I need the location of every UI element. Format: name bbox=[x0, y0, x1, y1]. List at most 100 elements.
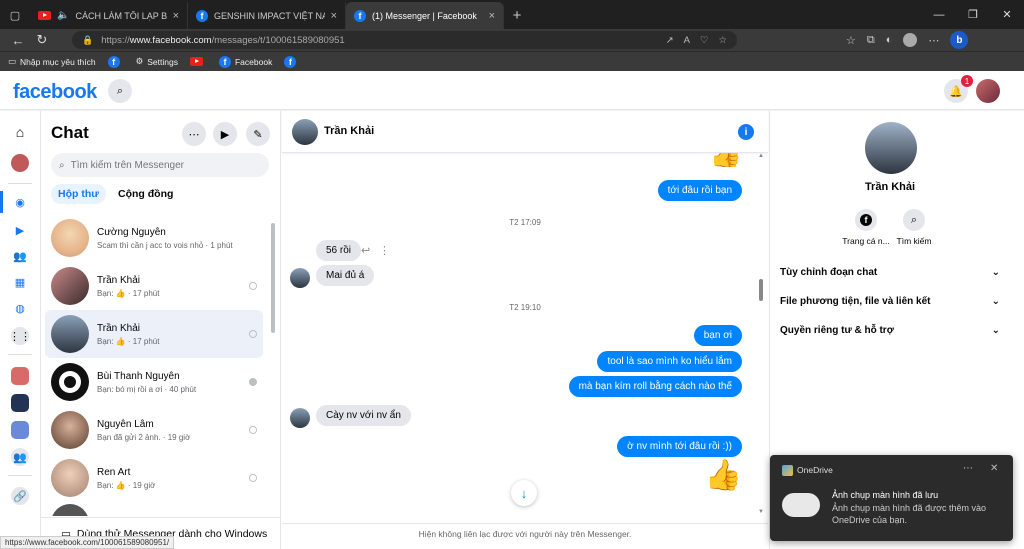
favorite-item-import[interactable]: ▭ Nhập mục yêu thích bbox=[8, 56, 96, 67]
contact-avatar[interactable] bbox=[292, 119, 318, 145]
browser-essentials-icon[interactable]: ♡ bbox=[700, 35, 709, 46]
gaming-icon[interactable]: ◍ bbox=[11, 299, 29, 317]
back-icon[interactable]: ← bbox=[6, 33, 30, 48]
watch-icon[interactable]: ▶ bbox=[11, 221, 29, 239]
favorite-item-youtube[interactable] bbox=[189, 57, 207, 66]
message-incoming[interactable]: Mai đủ á bbox=[316, 265, 375, 286]
message-more-icon[interactable]: ⋮ bbox=[379, 244, 390, 257]
section-label: File phương tiện, file và liên kết bbox=[780, 296, 931, 307]
message-outgoing[interactable]: bạn ơi bbox=[693, 325, 742, 346]
chat-list-panel: Chat ⋯ ▶ ✎ ⌕ Hộp thư Cộng đồng Cường Ngu… bbox=[41, 111, 281, 549]
messenger-icon[interactable]: ◉ bbox=[11, 193, 29, 211]
scroll-thumb[interactable] bbox=[759, 279, 763, 301]
favorite-item-facebook-3[interactable]: f bbox=[284, 55, 300, 68]
new-message-button[interactable]: ✎ bbox=[246, 122, 270, 146]
video-call-button[interactable]: ▶ bbox=[213, 122, 237, 146]
new-tab-button[interactable]: + bbox=[504, 2, 530, 29]
search-action-label[interactable]: Tìm kiếm bbox=[890, 236, 938, 246]
close-icon[interactable]: ✕ bbox=[990, 463, 998, 474]
tab-community[interactable]: Cộng đồng bbox=[111, 184, 180, 204]
home-icon[interactable]: ⌂ bbox=[11, 123, 29, 141]
section-media-files[interactable]: File phương tiện, file và liên kết ⌄ bbox=[780, 296, 1000, 307]
close-icon[interactable]: × bbox=[331, 10, 337, 22]
contact-large-avatar[interactable] bbox=[865, 122, 917, 174]
section-customize-chat[interactable]: Tùy chỉnh đoạn chat ⌄ bbox=[780, 267, 1000, 278]
seen-icon bbox=[249, 330, 257, 338]
conversation-item[interactable]: Bùi Thanh Nguyên Bạn: bó mị rồi a ơi · 40… bbox=[45, 358, 263, 406]
conversation-item[interactable]: Nguyễn Lâm Bạn đã gửi 2 ảnh. · 19 giờ bbox=[45, 406, 263, 454]
scroll-to-bottom-button[interactable]: ↓ bbox=[511, 480, 537, 506]
reply-icon[interactable]: ↩ bbox=[361, 244, 370, 257]
facebook-profile-icon[interactable]: f bbox=[855, 209, 877, 231]
bing-icon[interactable]: b bbox=[950, 31, 969, 49]
scroll-down-icon[interactable]: ▼ bbox=[758, 509, 764, 515]
search-icon[interactable]: ⌕ bbox=[108, 79, 132, 103]
message-outgoing[interactable]: tới đâu rồi bạn bbox=[657, 180, 742, 201]
friends-icon[interactable]: 👥 bbox=[11, 247, 29, 265]
profile-action-label[interactable]: Trang cá n... bbox=[838, 236, 894, 246]
contact-name[interactable]: Trần Khải bbox=[324, 125, 374, 137]
search-input[interactable] bbox=[70, 159, 251, 171]
chat-list-scrollbar[interactable] bbox=[271, 223, 275, 333]
conversation-preview: Bạn: 👍 · 17 phút bbox=[97, 288, 160, 298]
section-privacy-support[interactable]: Quyền riêng tư & hỗ trợ ⌄ bbox=[780, 325, 1000, 336]
shortcut-game-3[interactable] bbox=[11, 421, 29, 439]
extensions-icon[interactable]: ◐ bbox=[886, 34, 893, 46]
browser-tab-youtube[interactable]: 🔈 CÁCH LÀM TÔI LẠP BÁT - N × bbox=[30, 2, 188, 29]
message-incoming[interactable]: Cày nv với nv ẩn bbox=[316, 405, 411, 426]
conversation-item[interactable]: Trần Khải Bạn: 👍 · 17 phút bbox=[45, 310, 263, 358]
share-icon[interactable]: ↗ bbox=[666, 35, 674, 46]
maximize-icon[interactable]: ❐ bbox=[956, 0, 990, 29]
more-icon[interactable]: ⋯ bbox=[963, 463, 973, 474]
search-icon[interactable]: ⌕ bbox=[903, 209, 925, 231]
facebook-icon: f bbox=[218, 55, 231, 68]
shortcut-game-2[interactable] bbox=[11, 394, 29, 412]
favorites-icon[interactable]: ☆ bbox=[846, 34, 856, 47]
link-icon[interactable]: 🔗 bbox=[11, 487, 29, 505]
conversation-preview: Scam thì cần j acc to vois nhỏ · 1 phút bbox=[97, 240, 233, 250]
message-outgoing[interactable]: tool là sao mình ko hiểu lắm bbox=[597, 351, 742, 372]
message-outgoing[interactable]: mà bạn kím roll bằng cách nào thế bbox=[568, 376, 742, 397]
more-icon[interactable]: ⋯ bbox=[928, 34, 939, 47]
message-outgoing[interactable]: ờ nv mình tới đâu rồi :)) bbox=[617, 436, 742, 457]
favorite-item-facebook[interactable]: f bbox=[107, 55, 124, 68]
refresh-icon[interactable]: ↻ bbox=[30, 32, 54, 48]
close-icon[interactable]: × bbox=[489, 10, 495, 22]
conversation-name: Trần Khải bbox=[97, 274, 140, 286]
marketplace-icon[interactable]: ▦ bbox=[11, 273, 29, 291]
minimize-icon[interactable]: — bbox=[922, 0, 956, 29]
collections-icon[interactable]: ⧉ bbox=[867, 34, 875, 47]
address-bar[interactable]: 🔒 https://www.facebook.com/messages/t/10… bbox=[72, 31, 737, 49]
partial-conversation-item[interactable] bbox=[51, 504, 261, 516]
conversation-item[interactable]: Cường Nguyễn Scam thì cần j acc to vois n… bbox=[45, 214, 263, 262]
close-icon[interactable]: × bbox=[173, 10, 179, 22]
read-aloud-icon[interactable]: A bbox=[684, 35, 690, 46]
browser-tab-messenger[interactable]: f (1) Messenger | Facebook × bbox=[346, 2, 504, 29]
groups-icon[interactable]: 👥 bbox=[11, 448, 29, 466]
conversation-item[interactable]: Ren Art Bạn: 👍 · 19 giờ bbox=[45, 454, 263, 502]
mute-icon[interactable]: 🔈 bbox=[57, 10, 69, 21]
account-avatar[interactable] bbox=[976, 79, 1000, 103]
add-favorite-icon[interactable]: ☆ bbox=[718, 35, 727, 46]
onedrive-notification[interactable]: OneDrive ⋯ ✕ Ảnh chụp màn hình đã lưu Ản… bbox=[770, 455, 1013, 541]
lock-icon[interactable]: 🔒 bbox=[82, 35, 93, 46]
conversation-item[interactable]: Trần Khải Bạn: 👍 · 17 phút bbox=[45, 262, 263, 310]
favorite-item-facebook-2[interactable]: f Facebook bbox=[218, 55, 272, 68]
tab-actions-button[interactable]: ▢ bbox=[0, 2, 30, 29]
menu-grid-icon[interactable]: ⋮⋮ bbox=[9, 327, 31, 345]
info-icon[interactable]: i bbox=[738, 124, 754, 140]
scroll-up-icon[interactable]: ▲ bbox=[758, 153, 764, 159]
close-window-icon[interactable]: ✕ bbox=[990, 0, 1024, 29]
profile-avatar[interactable] bbox=[11, 154, 29, 172]
facebook-logo[interactable]: facebook bbox=[13, 81, 97, 104]
search-box[interactable]: ⌕ bbox=[51, 153, 269, 177]
profile-icon[interactable] bbox=[903, 33, 918, 47]
shortcut-game-1[interactable] bbox=[11, 367, 29, 385]
message-incoming[interactable]: 56 rồi bbox=[316, 240, 362, 261]
browser-tools: ☆ ⧉ ◐ ⋯ b bbox=[740, 29, 969, 51]
conversation-scrollbar[interactable]: ▲ ▼ bbox=[758, 153, 766, 523]
favorite-item-settings[interactable]: ⚙ Settings bbox=[136, 56, 178, 67]
more-options-button[interactable]: ⋯ bbox=[182, 122, 206, 146]
tab-inbox[interactable]: Hộp thư bbox=[51, 184, 106, 204]
browser-tab-genshin[interactable]: f GENSHIN IMPACT VIỆT NAM TRẢ × bbox=[188, 2, 346, 29]
